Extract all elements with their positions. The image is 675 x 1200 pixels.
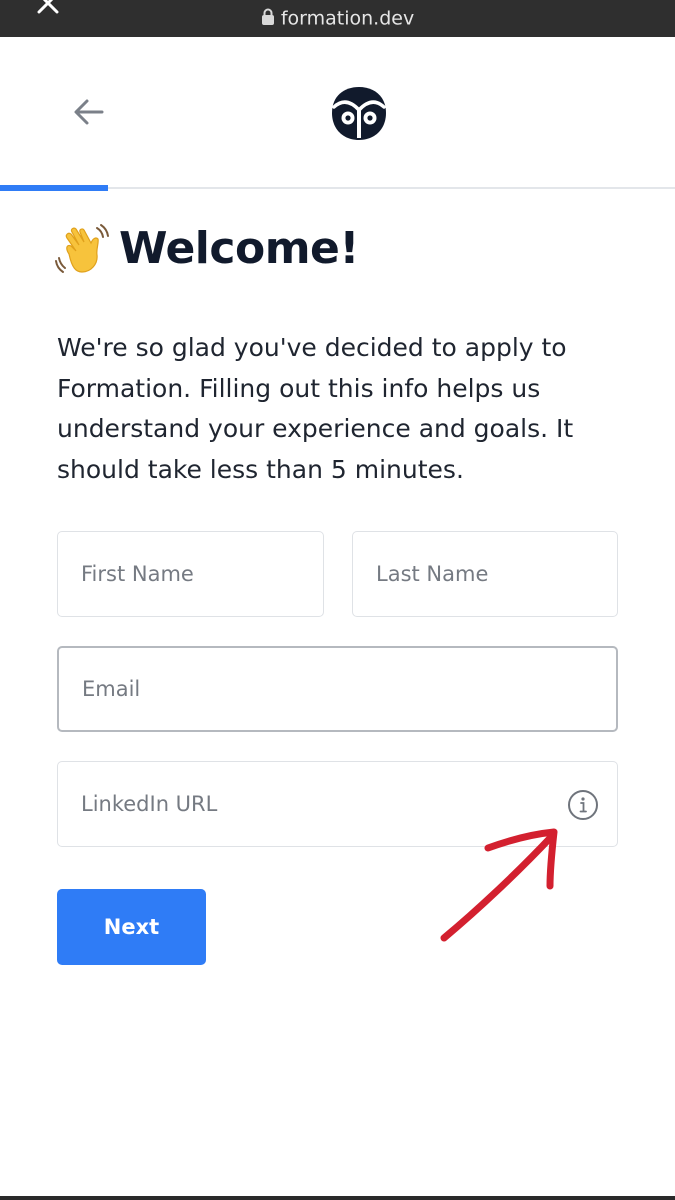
browser-address-bar: formation.dev [0, 0, 675, 37]
last-name-input[interactable] [353, 532, 617, 616]
email-input[interactable] [59, 648, 616, 730]
first-name-field[interactable] [57, 531, 324, 617]
bottom-edge [0, 1196, 675, 1200]
url-text: formation.dev [280, 7, 415, 30]
lock-icon [261, 8, 274, 25]
last-name-field[interactable] [352, 531, 618, 617]
page-title: Welcome! [55, 218, 359, 278]
info-icon[interactable] [567, 789, 599, 821]
progress-bar-fill [0, 185, 108, 191]
linkedin-url-field[interactable] [57, 761, 618, 847]
app-header [0, 37, 675, 191]
page: formation.dev Welcome! We're so glad you… [0, 0, 675, 1200]
formation-logo [332, 87, 386, 140]
next-button[interactable]: Next [57, 889, 206, 965]
email-field[interactable] [57, 646, 618, 732]
arrow-left-icon [74, 99, 104, 125]
linkedin-url-input[interactable] [58, 762, 617, 846]
intro-text: We're so glad you've decided to apply to… [57, 333, 574, 484]
url-display[interactable]: formation.dev [0, 5, 675, 31]
welcome-title: Welcome! [119, 222, 359, 274]
waving-hand-icon [55, 224, 109, 273]
first-name-input[interactable] [58, 532, 323, 616]
back-button[interactable] [66, 89, 112, 135]
progress-bar [0, 185, 675, 191]
menu-dots-icon[interactable] [610, 0, 640, 4]
